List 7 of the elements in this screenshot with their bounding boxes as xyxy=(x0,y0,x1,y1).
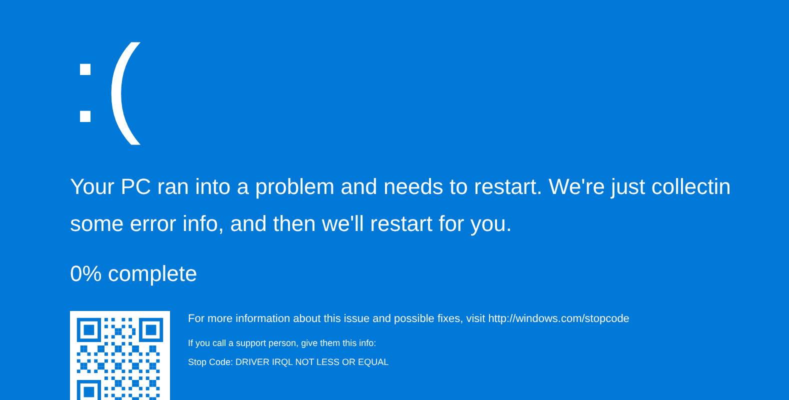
sad-face: :( xyxy=(70,22,146,148)
progress-text: 0% complete xyxy=(70,261,198,287)
stop-code: Stop Code: DRIVER IRQL NOT LESS OR EQUAL xyxy=(188,357,390,367)
support-hint: If you call a support person, give them this info: xyxy=(188,338,378,348)
error-message: Your PC ran into a problem and needs to restart. We're just collectin xyxy=(70,173,732,201)
info-text: For more information about this issue and possible fixes, visit http://windows.com/stopcode xyxy=(188,313,630,325)
error-message: some error info, and then we'll restart for you. xyxy=(70,210,513,238)
